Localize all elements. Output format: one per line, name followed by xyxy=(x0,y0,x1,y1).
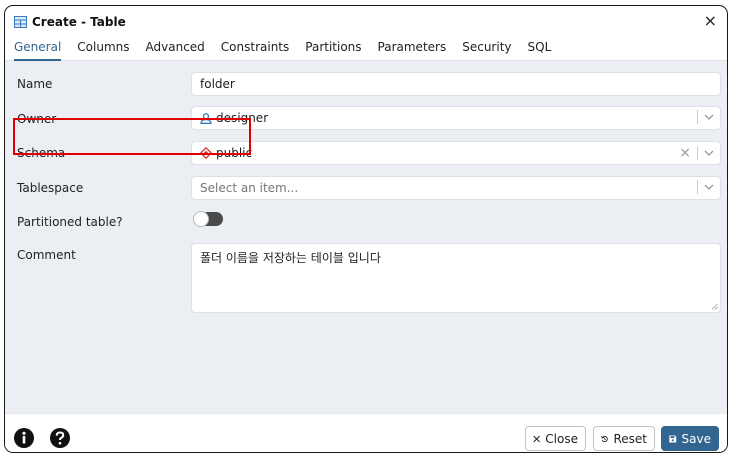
help-icon[interactable] xyxy=(49,427,71,449)
tab-columns[interactable]: Columns xyxy=(77,37,129,61)
owner-value: designer xyxy=(216,111,269,125)
table-icon xyxy=(14,15,27,28)
chevron-down-icon[interactable] xyxy=(704,149,714,157)
tab-constraints[interactable]: Constraints xyxy=(221,37,289,61)
clear-icon[interactable]: × xyxy=(679,145,691,161)
name-input[interactable]: folder xyxy=(191,72,721,96)
tablespace-select[interactable]: Select an item... xyxy=(191,176,721,200)
comment-textarea[interactable]: 폴더 이름을 저장하는 테이블 입니다 xyxy=(191,243,721,313)
schema-select[interactable]: public × xyxy=(191,141,721,165)
chevron-down-icon[interactable] xyxy=(704,183,714,191)
name-label: Name xyxy=(17,77,53,91)
owner-label: Owner xyxy=(17,112,57,126)
resize-grip-icon[interactable] xyxy=(711,303,718,310)
tab-bar: General Columns Advanced Constraints Par… xyxy=(5,37,727,61)
info-icon[interactable] xyxy=(13,427,35,449)
name-value: folder xyxy=(200,77,235,91)
schema-value: public xyxy=(216,146,253,160)
reset-button-label: Reset xyxy=(613,431,647,446)
save-button-label: Save xyxy=(681,431,711,446)
close-button[interactable]: Close xyxy=(525,426,586,451)
tablespace-placeholder: Select an item... xyxy=(200,181,299,195)
user-icon xyxy=(200,113,212,124)
partitioned-toggle[interactable] xyxy=(193,211,223,227)
comment-label: Comment xyxy=(17,248,76,262)
comment-value: 폴더 이름을 저장하는 테이블 입니다 xyxy=(200,251,381,265)
schema-label: Schema xyxy=(17,146,66,160)
schema-icon xyxy=(200,147,212,159)
tab-parameters[interactable]: Parameters xyxy=(378,37,447,61)
toggle-knob xyxy=(193,211,209,227)
save-button[interactable]: Save xyxy=(661,426,719,451)
tab-partitions[interactable]: Partitions xyxy=(305,37,361,61)
partitioned-label: Partitioned table? xyxy=(17,215,123,229)
tab-advanced[interactable]: Advanced xyxy=(146,37,205,61)
tablespace-label: Tablespace xyxy=(17,181,84,195)
title-bar: Create - Table × xyxy=(5,6,727,37)
create-table-dialog: Create - Table × General Columns Advance… xyxy=(4,5,728,453)
tab-security[interactable]: Security xyxy=(462,37,511,61)
close-icon xyxy=(533,435,540,442)
chevron-down-icon[interactable] xyxy=(704,113,714,121)
save-icon xyxy=(669,435,677,442)
tab-sql[interactable]: SQL xyxy=(528,37,552,61)
reset-icon xyxy=(601,435,608,442)
form-body: Name folder Owner designer Schema public… xyxy=(5,61,727,413)
footer-bar: Close Reset Save xyxy=(5,413,727,452)
tab-general[interactable]: General xyxy=(14,37,62,61)
close-button-label: Close xyxy=(545,431,578,446)
reset-button[interactable]: Reset xyxy=(593,426,655,451)
close-icon[interactable]: × xyxy=(704,13,717,29)
owner-select[interactable]: designer xyxy=(191,106,721,130)
dialog-title: Create - Table xyxy=(32,14,126,29)
